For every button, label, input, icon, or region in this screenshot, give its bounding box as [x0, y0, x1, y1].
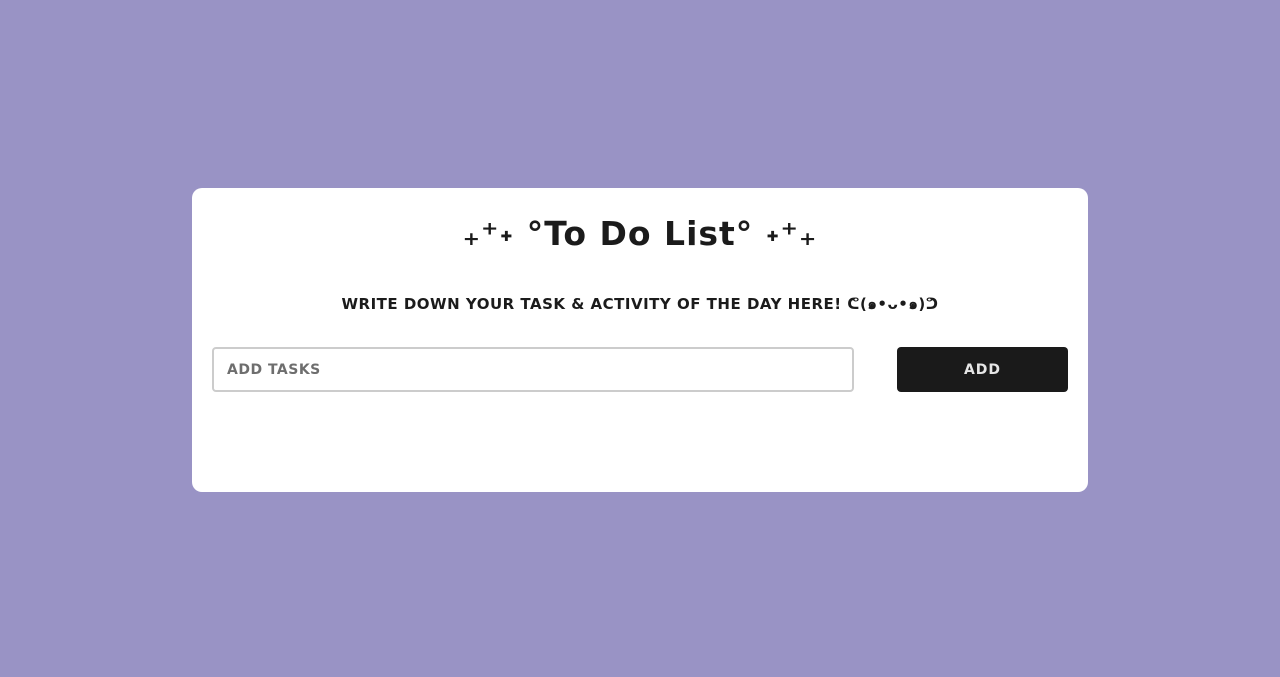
todo-card: ₊⁺˖ °To Do List° ˖⁺₊ WRITE DOWN YOUR TAS…	[192, 188, 1088, 492]
page-title: ₊⁺˖ °To Do List° ˖⁺₊	[462, 214, 818, 253]
add-button[interactable]: ADD	[897, 347, 1068, 392]
task-list	[212, 408, 1068, 468]
task-input[interactable]	[212, 347, 854, 392]
page-subtitle: WRITE DOWN YOUR TASK & ACTIVITY OF THE D…	[341, 295, 939, 313]
